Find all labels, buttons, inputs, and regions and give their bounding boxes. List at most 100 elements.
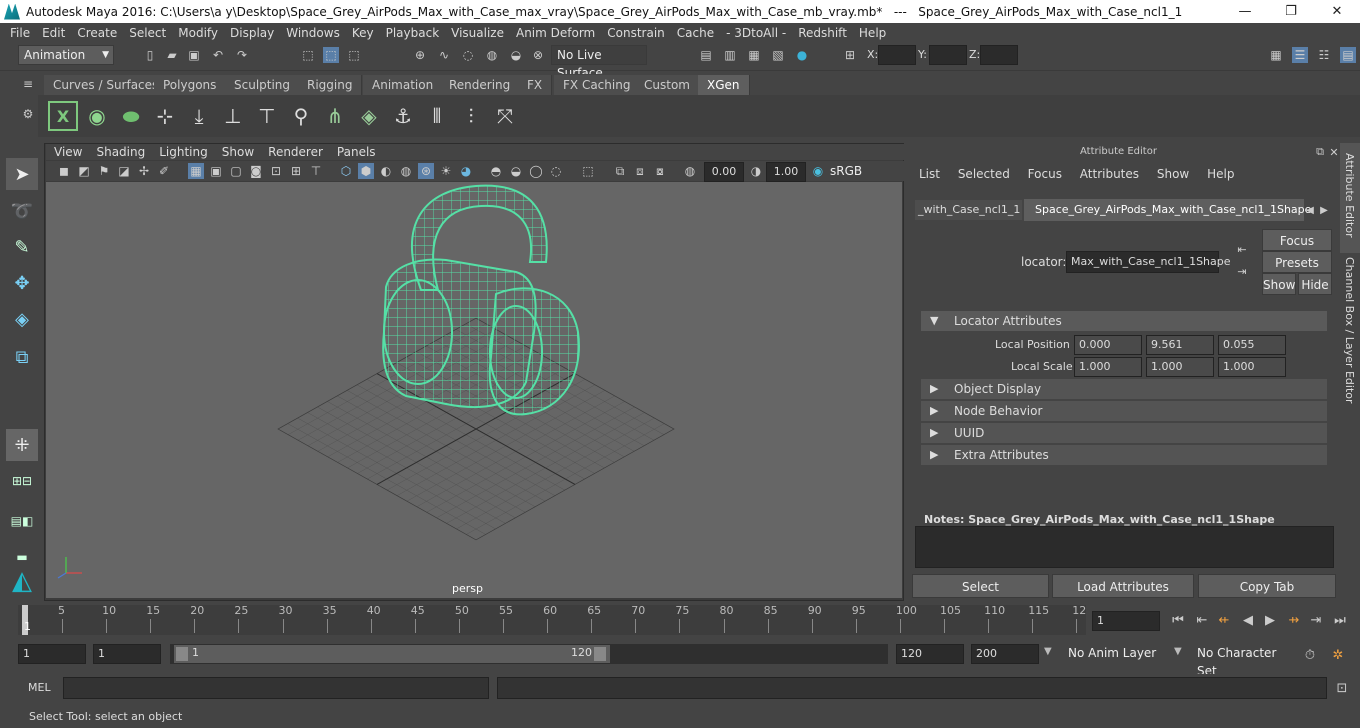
vp-menu-show[interactable]: Show	[215, 145, 261, 159]
step-forward-frame-icon[interactable]: ⇥	[1308, 612, 1324, 628]
ae-menu-help[interactable]: Help	[1207, 167, 1234, 181]
perspective-view[interactable]: persp	[46, 182, 902, 598]
side-tab-attribute-editor[interactable]: Attribute Editor	[1343, 153, 1356, 238]
transform-mode-icon[interactable]: ⊞	[842, 47, 858, 63]
save-scene-icon[interactable]: ▣	[186, 47, 202, 63]
redo-icon[interactable]: ↷	[234, 47, 250, 63]
shelf-tab-fx[interactable]: FX	[518, 75, 553, 95]
anim-layer-dropdown[interactable]: No Anim Layer	[1063, 644, 1163, 664]
menu-redshift[interactable]: Redshift	[792, 26, 853, 40]
playback-start-input[interactable]: 1	[93, 644, 161, 664]
menu-visualize[interactable]: Visualize	[445, 26, 510, 40]
grid-toggle-icon[interactable]: ▦	[188, 163, 204, 179]
local-scale-z-input[interactable]: 1.000	[1218, 357, 1286, 377]
vp-menu-view[interactable]: View	[46, 145, 89, 159]
play-backwards-icon[interactable]: ◀	[1240, 612, 1256, 628]
notes-textarea[interactable]	[915, 526, 1334, 568]
chevron-down-icon[interactable]: ▼	[1174, 646, 1182, 657]
locator-name-input[interactable]: Max_with_Case_ncl1_1Shape	[1066, 251, 1231, 273]
isolate-select-icon[interactable]: ⬚	[580, 163, 596, 179]
new-scene-icon[interactable]: ▯	[142, 47, 158, 63]
color-space-label[interactable]: sRGB gamma	[830, 162, 904, 196]
playback-end-input[interactable]: 120	[896, 644, 964, 664]
xgen-sculpt-guides-icon[interactable]: ⋔	[320, 101, 350, 131]
render-frame-icon[interactable]: ▤	[698, 47, 714, 63]
channel-box-toggle-icon[interactable]: ▤	[1340, 47, 1356, 63]
xgen-patch-icon[interactable]: ◈	[354, 101, 384, 131]
xgen-lock-guide-icon[interactable]: ⚲	[286, 101, 316, 131]
ae-tab-shape[interactable]: Space_Grey_AirPods_Max_with_Case_ncl1_1S…	[1024, 199, 1311, 221]
xgen-preview-icon[interactable]: ◉	[82, 101, 112, 131]
menu-modify[interactable]: Modify	[172, 26, 224, 40]
ae-menu-list[interactable]: List	[919, 167, 940, 181]
render-view-icon[interactable]: ▥	[722, 47, 738, 63]
textured-icon[interactable]: ◍	[398, 163, 414, 179]
ae-tab-transform[interactable]: _with_Case_ncl1_1	[915, 200, 1022, 220]
xgen-move-guides-icon[interactable]: ⤓	[184, 101, 214, 131]
character-set-dropdown[interactable]: No Character Set	[1192, 644, 1292, 678]
script-editor-icon[interactable]: ⊡	[1334, 680, 1350, 696]
resolution-gate-icon[interactable]: ▢	[228, 163, 244, 179]
select-component-icon[interactable]: ⬚	[346, 47, 362, 63]
shelf-tab-custom[interactable]: Custom	[635, 75, 700, 95]
select-hierarchy-icon[interactable]: ⬚	[300, 47, 316, 63]
snap-curve-icon[interactable]: ∿	[436, 47, 452, 63]
input-connections-icon[interactable]: ⇤	[1234, 241, 1250, 257]
shelf-tab-rendering[interactable]: Rendering	[440, 75, 521, 95]
shelf-tab-rigging[interactable]: Rigging	[298, 75, 363, 95]
animation-preferences-icon[interactable]: ✲	[1330, 647, 1346, 663]
shelf-tab-polygons[interactable]: Polygons	[154, 75, 227, 95]
lasso-tool-icon[interactable]: ➰	[6, 195, 38, 227]
xray-joints-icon[interactable]: ⧉	[612, 163, 628, 179]
shelf-menu-icon[interactable]: ≡	[20, 76, 36, 92]
hide-button[interactable]: Hide	[1298, 273, 1332, 295]
local-position-y-input[interactable]: 9.561	[1146, 335, 1214, 355]
shelf-tab-fx-caching[interactable]: FX Caching	[554, 75, 641, 95]
menu-file[interactable]: File	[4, 26, 36, 40]
xgen-delete-guides-icon[interactable]: ⤧	[490, 101, 520, 131]
range-start-handle[interactable]	[176, 647, 188, 661]
go-to-start-icon[interactable]: ⏮	[1170, 612, 1186, 628]
xgen-guide-length-icon[interactable]: ⚓	[388, 101, 418, 131]
menu-3dtoall[interactable]: - 3DtoAll -	[720, 26, 792, 40]
field-chart-icon[interactable]: ⊡	[268, 163, 284, 179]
xgen-rebuild-icon[interactable]: ⫶	[456, 101, 486, 131]
xgen-create-description-icon[interactable]: ⬬	[116, 101, 146, 131]
snap-view-icon[interactable]: ◍	[484, 47, 500, 63]
camera-attributes-icon[interactable]: ◩	[76, 163, 92, 179]
motion-blur-icon[interactable]: ◒	[508, 163, 524, 179]
xgen-add-guide-icon[interactable]: ⊥	[218, 101, 248, 131]
ambient-occlusion-icon[interactable]: ◓	[488, 163, 504, 179]
lights-icon[interactable]: ☀	[438, 163, 454, 179]
undo-icon[interactable]: ↶	[210, 47, 226, 63]
smooth-shade-icon[interactable]: ⬢	[358, 163, 374, 179]
image-plane-icon[interactable]: ◪	[116, 163, 132, 179]
section-extra-attributes[interactable]: ▶ Extra Attributes	[921, 445, 1327, 465]
open-scene-icon[interactable]: ▰	[164, 47, 180, 63]
local-scale-x-input[interactable]: 1.000	[1074, 357, 1142, 377]
snap-magnet-icon[interactable]: ⊗	[530, 47, 546, 63]
xgen-editor-icon[interactable]: X	[48, 101, 78, 131]
mel-input[interactable]	[63, 677, 489, 699]
shelf-tab-xgen[interactable]: XGen	[698, 75, 750, 95]
select-button[interactable]: Select	[912, 574, 1049, 598]
live-surface-field[interactable]: No Live Surface	[551, 45, 647, 80]
vp-menu-lighting[interactable]: Lighting	[152, 145, 215, 159]
xgen-select-guide-icon[interactable]: ⊤	[252, 101, 282, 131]
shelf-tab-curves-surfaces[interactable]: Curves / Surfaces	[44, 75, 169, 95]
load-attributes-button[interactable]: Load Attributes	[1052, 574, 1194, 598]
chevron-down-icon[interactable]: ▼	[1044, 646, 1052, 657]
camera-icon[interactable]: ◼	[56, 163, 72, 179]
tab-scroll-right-icon[interactable]: ▶	[1316, 202, 1332, 218]
menu-key[interactable]: Key	[346, 26, 380, 40]
attribute-editor-toggle-icon[interactable]: ☰	[1292, 47, 1308, 63]
range-bar[interactable]: 1 120	[174, 645, 610, 663]
focus-button[interactable]: Focus	[1262, 229, 1332, 251]
menu-windows[interactable]: Windows	[280, 26, 346, 40]
animation-start-input[interactable]: 1	[18, 644, 86, 664]
xgen-add-guides-icon[interactable]: ⊹	[150, 101, 180, 131]
animation-end-input[interactable]: 200	[971, 644, 1039, 664]
menu-help[interactable]: Help	[853, 26, 892, 40]
local-scale-y-input[interactable]: 1.000	[1146, 357, 1214, 377]
menu-playback[interactable]: Playback	[380, 26, 446, 40]
